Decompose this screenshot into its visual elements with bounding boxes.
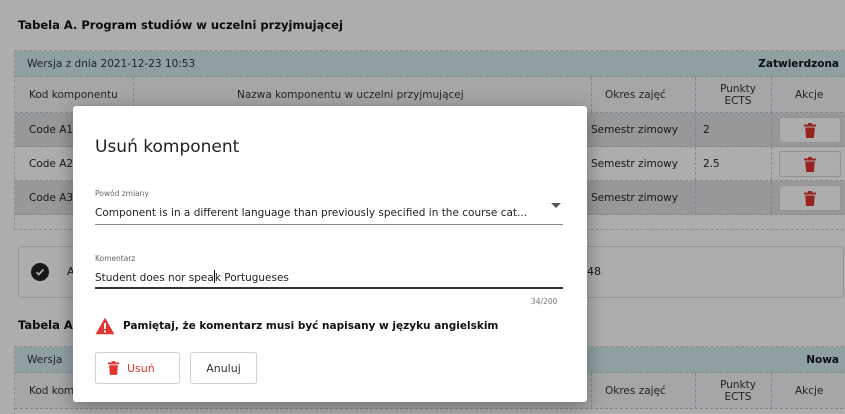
warning-message: Pamiętaj, że komentarz musi być napisany… xyxy=(95,317,575,337)
delete-button-label: Usuń xyxy=(127,361,155,375)
char-counter: 34/200 xyxy=(531,297,558,306)
reason-underline xyxy=(95,224,563,225)
comment-text-part: nor xyxy=(164,272,189,284)
comment-label: Komentarz xyxy=(95,254,136,263)
trash-icon xyxy=(108,361,119,375)
comment-text-part: spea xyxy=(188,272,214,284)
comment-underline xyxy=(95,287,563,289)
reason-label: Powód zmiany xyxy=(95,189,149,198)
delete-component-dialog: Usuń komponent Powód zmiany Component is… xyxy=(73,106,587,402)
warning-text: Pamiętaj, że komentarz musi być napisany… xyxy=(123,320,499,332)
comment-text-part: k xyxy=(214,272,221,284)
warning-triangle-icon xyxy=(95,317,115,335)
cancel-button[interactable]: Anuluj xyxy=(190,352,257,384)
chevron-down-icon[interactable] xyxy=(551,203,561,208)
delete-button[interactable]: Usuń xyxy=(95,352,180,384)
reason-select[interactable]: Component is in a different language tha… xyxy=(95,207,543,219)
dialog-title: Usuń komponent xyxy=(95,137,240,157)
comment-text-part: Student xyxy=(95,272,140,284)
comment-input[interactable]: Student does nor speak Portugueses xyxy=(95,270,563,284)
comment-text-part: Portugueses xyxy=(224,272,289,284)
comment-text-part: does xyxy=(139,272,165,284)
